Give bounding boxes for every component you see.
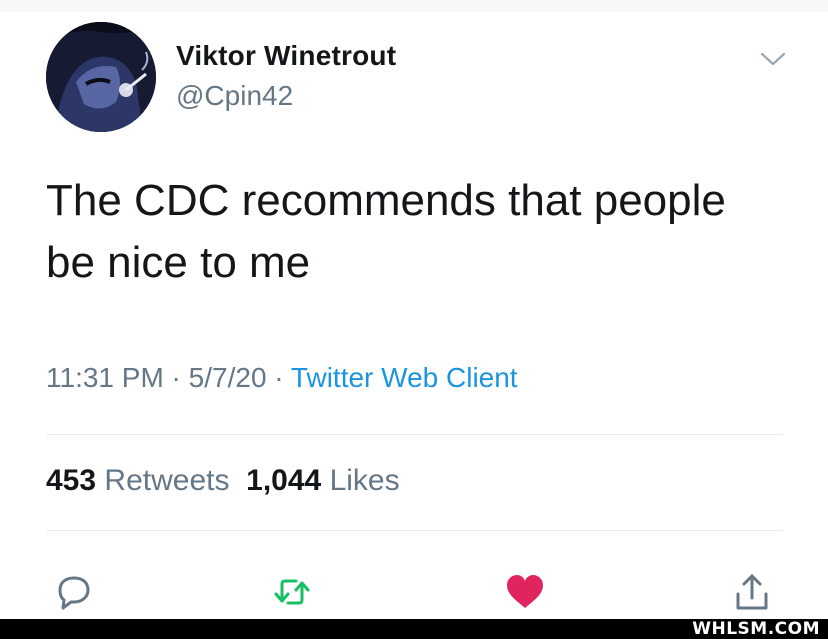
avatar-image: [46, 22, 156, 132]
retweet-icon: [274, 579, 310, 605]
top-edge: [0, 0, 828, 12]
watermark-text: WHLSM.COM: [692, 619, 820, 639]
tweet-stats: 453 Retweets 1,044 Likes: [46, 464, 400, 498]
retweets-label: Retweets: [104, 464, 230, 497]
chevron-down-icon[interactable]: [758, 48, 788, 70]
likes-count: 1,044: [246, 464, 322, 497]
tweet-text-line: be nice to me: [46, 238, 311, 287]
reply-button[interactable]: [52, 570, 96, 614]
likes-stat[interactable]: 1,044 Likes: [246, 464, 399, 497]
tweet-client-link[interactable]: Twitter Web Client: [291, 362, 518, 393]
like-button[interactable]: [503, 570, 547, 614]
meta-separator: ·: [163, 362, 189, 393]
divider: [46, 530, 782, 531]
reply-icon: [58, 576, 90, 610]
author-display-name[interactable]: Viktor Winetrout: [176, 40, 396, 72]
retweet-button[interactable]: [270, 570, 314, 614]
meta-separator: ·: [266, 362, 291, 393]
tweet-text-line: The CDC recommends that people: [46, 176, 726, 225]
author-handle[interactable]: @Cpin42: [176, 80, 293, 112]
tweet-time[interactable]: 11:31 PM: [46, 362, 164, 393]
likes-label: Likes: [329, 464, 400, 497]
tweet-meta: 11:31 PM · 5/7/20 · Twitter Web Client: [46, 362, 518, 394]
author-avatar[interactable]: [46, 22, 156, 132]
tweet-text: The CDC recommends that people be nice t…: [46, 170, 786, 294]
share-button[interactable]: [730, 570, 774, 614]
retweets-stat[interactable]: 453 Retweets: [46, 464, 229, 497]
heart-icon: [507, 575, 543, 608]
retweets-count: 453: [46, 464, 97, 497]
divider: [46, 434, 782, 435]
tweet-date[interactable]: 5/7/20: [189, 362, 267, 393]
share-icon: [736, 574, 768, 610]
watermark-bar: WHLSM.COM: [0, 619, 828, 639]
